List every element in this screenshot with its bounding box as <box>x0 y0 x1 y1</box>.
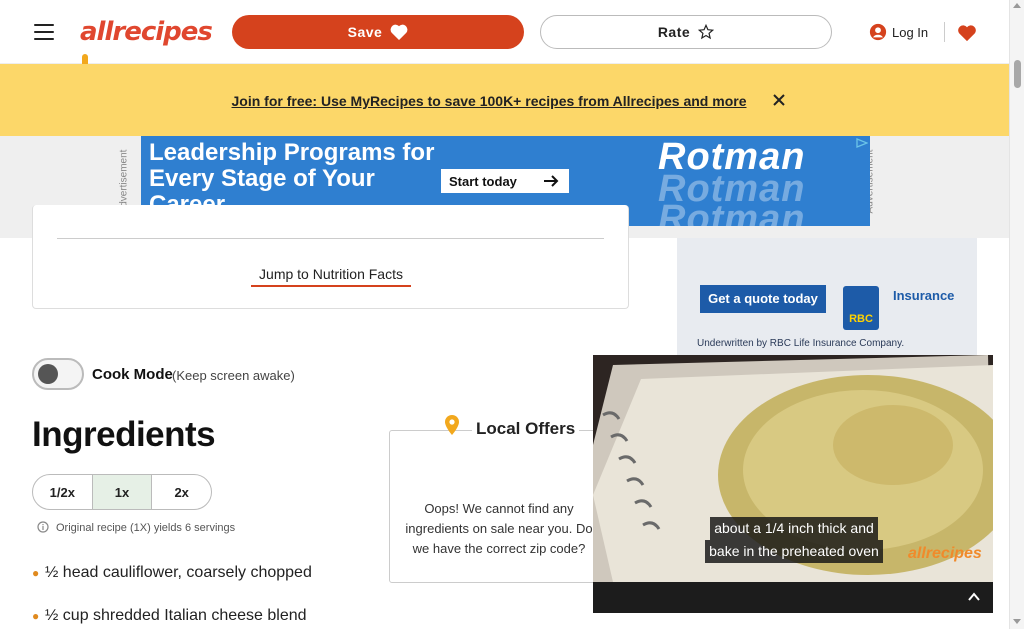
arrow-right-icon <box>544 175 559 187</box>
save-label: Save <box>347 24 383 40</box>
star-icon <box>698 24 715 40</box>
cook-mode-toggle[interactable] <box>32 358 84 390</box>
heart-icon <box>390 24 408 40</box>
video-control-bar <box>593 582 993 613</box>
bullet-icon: ● <box>32 609 40 623</box>
caption-line: bake in the preheated oven <box>705 540 883 563</box>
video-collapse-icon[interactable] <box>962 584 986 610</box>
scroll-up-icon[interactable] <box>1013 3 1021 8</box>
ingredient-text: ½ head cauliflower, coarsely chopped <box>45 564 312 581</box>
serving-scale-selector: 1/2x 1x 2x <box>32 474 212 510</box>
video-watermark: allrecipes <box>908 545 982 562</box>
allrecipes-logo[interactable]: allrecipes <box>80 15 213 76</box>
header-divider <box>944 22 945 42</box>
rate-label: Rate <box>657 24 691 40</box>
rate-button[interactable]: Rate <box>540 15 832 49</box>
saved-recipes-heart-icon[interactable] <box>955 19 979 47</box>
ingredient-item[interactable]: ● ½ cup shredded Italian cheese blend <box>32 603 375 629</box>
toggle-knob <box>38 364 58 384</box>
hamburger-menu-icon[interactable] <box>31 19 57 45</box>
scale-2x-button[interactable]: 2x <box>152 475 211 509</box>
save-button[interactable]: Save <box>232 15 524 49</box>
login-label: Log In <box>892 24 929 40</box>
ingredients-heading: Ingredients <box>32 415 216 454</box>
logo-text: allrecipes <box>80 17 213 47</box>
cook-mode-label: Cook Mode <box>92 366 173 383</box>
login-link[interactable]: Log In <box>869 19 935 45</box>
scroll-thumb[interactable] <box>1014 60 1021 88</box>
user-icon <box>869 23 887 41</box>
side-ad-quote-button[interactable]: Get a quote today <box>700 285 826 313</box>
banner-close-icon[interactable] <box>769 89 789 111</box>
local-offers-message: Oops! We cannot find any ingredients on … <box>405 501 593 556</box>
insurance-side-ad[interactable]: Get a quote today RBC Insurance Underwri… <box>677 238 977 358</box>
location-pin-icon <box>445 415 459 435</box>
video-caption: about a 1/4 inch thick and bake in the p… <box>696 517 892 563</box>
join-banner-link[interactable]: Join for free: Use MyRecipes to save 100… <box>221 89 757 113</box>
side-ad-product: Insurance <box>893 288 955 303</box>
ingredient-text: ½ cup shredded Italian cheese blend <box>45 607 307 624</box>
card-divider <box>57 238 604 239</box>
caption-line: about a 1/4 inch thick and <box>710 517 878 540</box>
scale-half-button[interactable]: 1/2x <box>33 475 93 509</box>
ad-brand-ghost: Rotman <box>658 198 806 226</box>
ad-headline-line: Leadership Programs for <box>149 139 435 166</box>
rbc-logo: RBC <box>843 286 879 330</box>
bullet-icon: ● <box>32 566 40 580</box>
scale-1x-button[interactable]: 1x <box>92 475 153 509</box>
keep-screen-awake-link[interactable]: (Keep screen awake) <box>172 366 294 386</box>
recipe-details-card <box>32 205 629 309</box>
side-ad-fine-print: Underwritten by RBC Life Insurance Compa… <box>697 338 905 349</box>
yield-text: Original recipe (1X) yields 6 servings <box>56 522 236 534</box>
ad-cta-label: Start today <box>449 173 517 189</box>
adchoices-icon[interactable] <box>856 138 868 148</box>
scroll-down-icon[interactable] <box>1013 619 1021 624</box>
ad-headline-line: Every Stage of Your <box>149 165 375 192</box>
local-offers-title: Local Offers <box>472 419 580 439</box>
ad-start-today-button[interactable]: Start today <box>441 169 569 193</box>
ad-label-left: Advertisement <box>118 149 130 214</box>
info-icon[interactable] <box>33 516 53 538</box>
ingredient-item[interactable]: ● ½ head cauliflower, coarsely chopped <box>32 560 375 586</box>
jump-to-nutrition-link[interactable]: Jump to Nutrition Facts <box>251 263 411 287</box>
page-scrollbar[interactable] <box>1009 0 1024 629</box>
zip-code-edit[interactable] <box>503 453 523 469</box>
